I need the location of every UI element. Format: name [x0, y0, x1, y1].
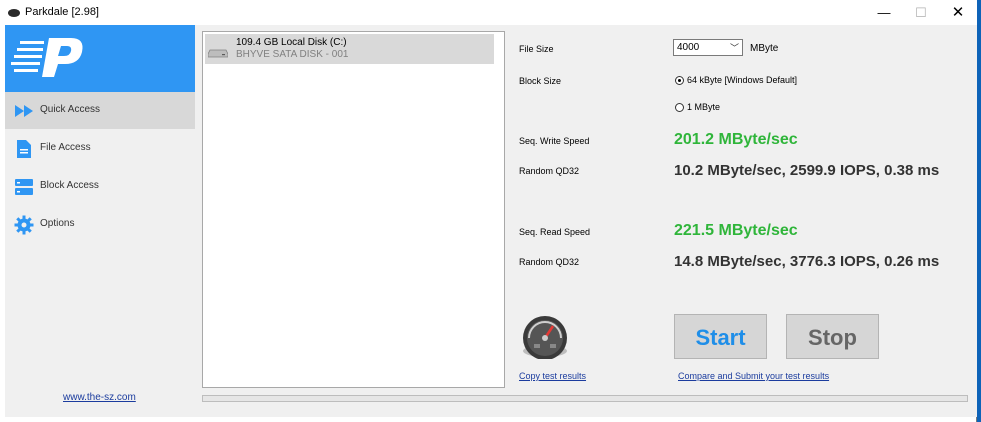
chevron-down-icon: ﹀ — [729, 43, 739, 53]
disk-model: BHYVE SATA DISK - 001 — [236, 49, 349, 60]
random-write-label: Random QD32 — [519, 166, 580, 176]
sidebar: Quick Access File Access Block Access Op… — [5, 25, 195, 417]
start-button[interactable]: Start — [674, 314, 767, 359]
sidebar-item-label: Block Access — [40, 180, 99, 191]
copy-results-link[interactable]: Copy test results — [519, 371, 586, 381]
file-size-value: 4000 — [677, 42, 700, 53]
radio-64kbyte[interactable] — [675, 76, 684, 85]
radio-1mbyte[interactable] — [675, 103, 684, 112]
window-title: Parkdale [2.98] — [25, 6, 99, 18]
file-size-unit: MByte — [750, 43, 779, 54]
main-panel: 109.4 GB Local Disk (C:) BHYVE SATA DISK… — [195, 25, 977, 417]
disk-list[interactable]: 109.4 GB Local Disk (C:) BHYVE SATA DISK… — [202, 31, 505, 388]
app-logo — [5, 25, 195, 92]
compare-submit-link[interactable]: Compare and Submit your test results — [678, 371, 829, 381]
website-link[interactable]: www.the-sz.com — [63, 392, 136, 403]
sidebar-item-quick-access[interactable]: Quick Access — [5, 92, 195, 129]
close-button[interactable]: ✕ — [943, 4, 973, 22]
play-forward-icon — [15, 105, 33, 117]
radio-1mbyte-label[interactable]: 1 MByte — [687, 102, 720, 112]
seq-read-label: Seq. Read Speed — [519, 227, 591, 237]
progress-bar — [202, 395, 968, 402]
file-size-select[interactable]: 4000 ﹀ — [673, 39, 743, 56]
sidebar-item-label: Options — [40, 218, 75, 229]
desktop-background — [977, 0, 981, 422]
disk-name: 109.4 GB Local Disk (C:) — [236, 37, 347, 48]
gear-icon — [14, 215, 34, 235]
app-icon — [8, 9, 20, 17]
seq-write-label: Seq. Write Speed — [519, 136, 590, 146]
title-bar[interactable]: Parkdale [2.98] — ☐ ✕ — [0, 0, 977, 26]
maximize-button[interactable]: ☐ — [906, 4, 936, 22]
random-read-label: Random QD32 — [519, 257, 580, 267]
random-read-value: 14.8 MByte/sec, 3776.3 IOPS, 0.26 ms — [674, 253, 940, 270]
app-window: Parkdale [2.98] — ☐ ✕ Quick Access File … — [0, 0, 977, 422]
random-write-value: 10.2 MByte/sec, 2599.9 IOPS, 0.38 ms — [674, 162, 940, 179]
list-item[interactable]: 109.4 GB Local Disk (C:) BHYVE SATA DISK… — [205, 34, 494, 64]
sidebar-item-file-access[interactable]: File Access — [5, 130, 195, 167]
stop-button[interactable]: Stop — [786, 314, 879, 359]
document-icon — [17, 140, 31, 158]
radio-64kbyte-label[interactable]: 64 kByte [Windows Default] — [687, 75, 797, 85]
sidebar-item-options[interactable]: Options — [5, 206, 195, 243]
speedometer-icon — [523, 316, 567, 359]
sidebar-item-block-access[interactable]: Block Access — [5, 168, 195, 205]
sidebar-item-label: Quick Access — [40, 104, 101, 115]
sidebar-item-label: File Access — [40, 142, 91, 153]
block-storage-icon — [15, 179, 33, 195]
seq-read-value: 221.5 MByte/sec — [674, 222, 798, 239]
parkdale-logo-icon — [11, 38, 83, 77]
minimize-button[interactable]: — — [869, 4, 899, 22]
file-size-label: File Size — [519, 44, 554, 54]
seq-write-value: 201.2 MByte/sec — [674, 131, 798, 148]
hard-drive-icon — [208, 49, 228, 58]
block-size-label: Block Size — [519, 76, 562, 86]
